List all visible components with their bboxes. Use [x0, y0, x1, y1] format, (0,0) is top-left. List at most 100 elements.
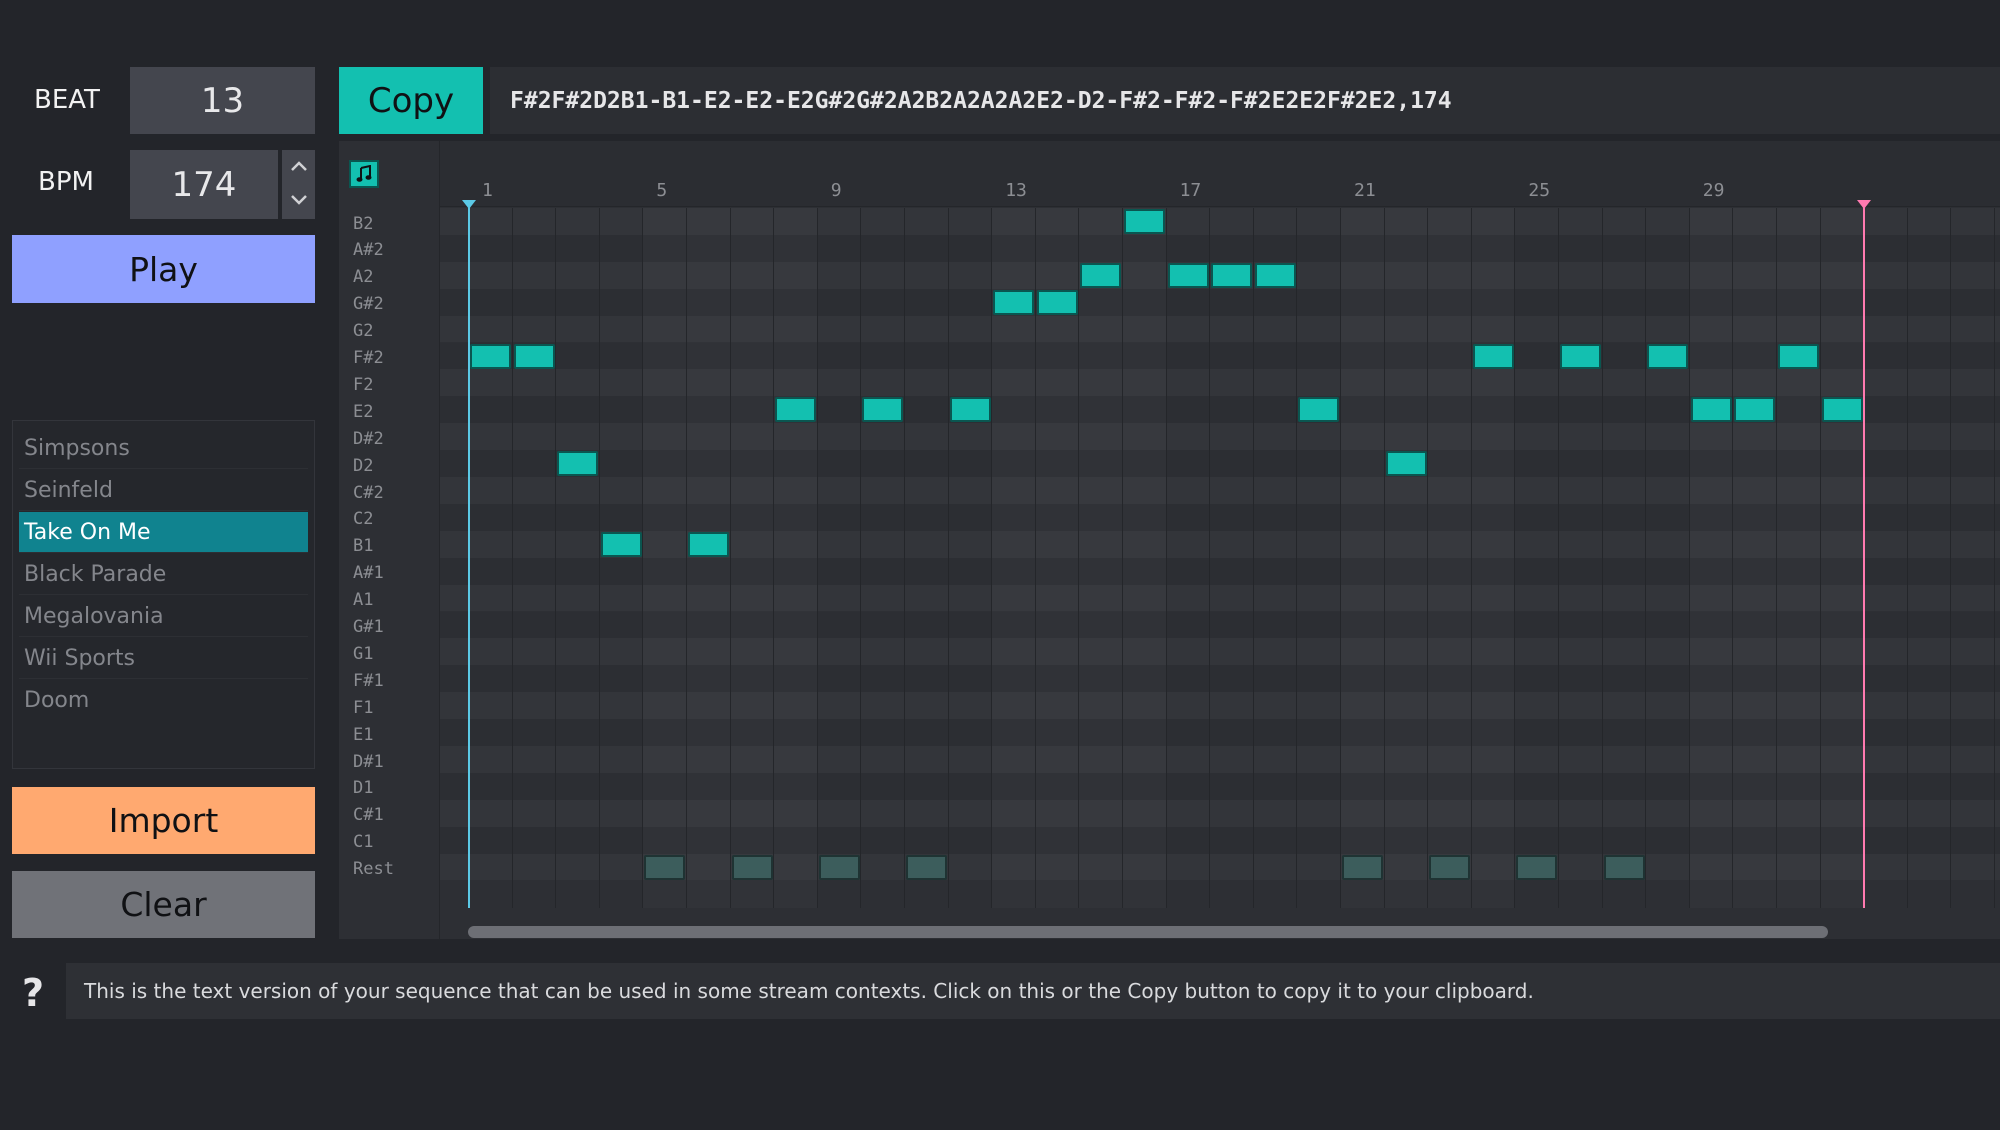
beat-gridline [1732, 208, 1734, 908]
note-block[interactable] [557, 451, 599, 477]
play-button[interactable]: Play [12, 235, 315, 303]
note-block[interactable] [1298, 397, 1340, 423]
note-block[interactable] [1821, 397, 1863, 423]
note-block[interactable] [1778, 343, 1819, 369]
note-block[interactable] [1080, 262, 1122, 288]
pitch-label: A1 [353, 590, 374, 611]
chevron-up-icon[interactable] [290, 160, 308, 172]
playhead[interactable] [468, 204, 470, 908]
pitch-label: G2 [353, 321, 374, 342]
beat-gridline [1514, 208, 1516, 908]
beat-gridline [1601, 208, 1603, 908]
song-item-take-on-me[interactable]: Take On Me [19, 512, 308, 553]
note-block[interactable] [1734, 397, 1776, 423]
note-block[interactable] [775, 397, 817, 423]
rest-note[interactable] [731, 854, 773, 880]
note-block[interactable] [513, 343, 555, 369]
rest-note[interactable] [1429, 854, 1471, 880]
song-item-simpsons[interactable]: Simpsons [19, 428, 308, 469]
note-block[interactable] [1167, 262, 1209, 288]
help-button[interactable]: ? [18, 971, 48, 1015]
note-block[interactable] [949, 397, 991, 423]
note-block[interactable] [470, 343, 511, 369]
pitch-label: A#2 [353, 240, 384, 261]
loop-end-marker[interactable] [1863, 204, 1866, 908]
beat-number: 13 [1005, 180, 1027, 201]
beat-gridline [1819, 208, 1821, 908]
song-item-seinfeld[interactable]: Seinfeld [19, 470, 308, 511]
rest-note[interactable] [1603, 854, 1645, 880]
rest-note[interactable] [1516, 854, 1558, 880]
bpm-field[interactable]: 174 [130, 150, 278, 219]
import-button[interactable]: Import [12, 787, 315, 854]
beat-number: 5 [656, 180, 668, 201]
beat-field[interactable]: 13 [130, 67, 315, 134]
beat-gridline [1427, 208, 1429, 908]
note-block[interactable] [1254, 262, 1296, 288]
beat-gridline [1688, 208, 1690, 908]
rest-note[interactable] [906, 854, 947, 880]
sequence-text[interactable]: F#2F#2D2B1-B1-E2-E2-E2G#2G#2A2B2A2A2A2E2… [510, 67, 1452, 134]
song-item-wii-sports[interactable]: Wii Sports [19, 638, 308, 679]
pitch-label: F2 [353, 374, 374, 395]
beat-gridline [773, 208, 775, 908]
note-block[interactable] [1211, 262, 1253, 288]
beat-gridline [1165, 208, 1167, 908]
beat-gridline [1122, 208, 1123, 908]
note-toggle-button[interactable] [349, 160, 379, 188]
rest-note[interactable] [1342, 854, 1383, 880]
beat-gridline [642, 208, 644, 908]
beat-gridline [991, 208, 993, 908]
note-block[interactable] [1647, 343, 1689, 369]
clear-button[interactable]: Clear [12, 871, 315, 938]
copy-button[interactable]: Copy [339, 67, 483, 134]
song-item-megalovania[interactable]: Megalovania [19, 596, 308, 637]
note-block[interactable] [1124, 209, 1165, 234]
note-block[interactable] [862, 397, 904, 423]
note-block[interactable] [1036, 289, 1078, 315]
note-block[interactable] [993, 289, 1035, 315]
song-item-black-parade[interactable]: Black Parade [19, 554, 308, 595]
pitch-label: D2 [353, 455, 374, 476]
beat-gridline [904, 208, 905, 908]
beat-number: 9 [830, 180, 842, 201]
note-block[interactable] [1385, 451, 1427, 477]
note-block[interactable] [1560, 343, 1601, 369]
rest-note[interactable] [818, 854, 860, 880]
bpm-stepper[interactable] [282, 150, 315, 219]
note-block[interactable] [600, 531, 642, 557]
rest-note[interactable] [644, 854, 686, 880]
bpm-label: BPM [38, 167, 94, 197]
song-item-doom[interactable]: Doom [19, 680, 308, 721]
svg-text:?: ? [22, 972, 44, 1012]
beat-gridline [729, 208, 731, 908]
beat-number: 25 [1528, 180, 1551, 201]
chevron-down-icon[interactable] [290, 194, 308, 206]
beat-gridline [1776, 208, 1777, 908]
pitch-label: C2 [353, 509, 374, 530]
loop-end-marker-handle[interactable] [1857, 200, 1872, 210]
help-text[interactable]: This is the text version of your sequenc… [66, 963, 2000, 1019]
beat-gridline [1950, 208, 1952, 908]
pitch-label: D#1 [353, 751, 384, 772]
beat-gridline [686, 208, 687, 908]
beat-gridline [1209, 208, 1211, 908]
beat-number: 29 [1702, 180, 1725, 201]
pitch-label: G#1 [353, 617, 384, 637]
beat-gridline [860, 208, 862, 908]
pitch-label: F#2 [353, 348, 384, 368]
beat-gridline [1340, 208, 1341, 908]
pitch-label: A#1 [353, 563, 384, 584]
note-block[interactable] [688, 531, 729, 557]
beat-label: BEAT [34, 85, 100, 115]
piano-roll-grid[interactable] [440, 208, 2000, 908]
music-note-icon [356, 165, 372, 182]
beat-gridline [947, 208, 949, 908]
beat-gridline [555, 208, 557, 908]
note-block[interactable] [1472, 343, 1514, 369]
beat-gridline [1078, 208, 1080, 908]
horizontal-scrollbar[interactable] [468, 926, 1828, 938]
note-block[interactable] [1690, 397, 1732, 423]
playhead-handle[interactable] [462, 200, 476, 210]
beat-gridline [816, 208, 818, 908]
